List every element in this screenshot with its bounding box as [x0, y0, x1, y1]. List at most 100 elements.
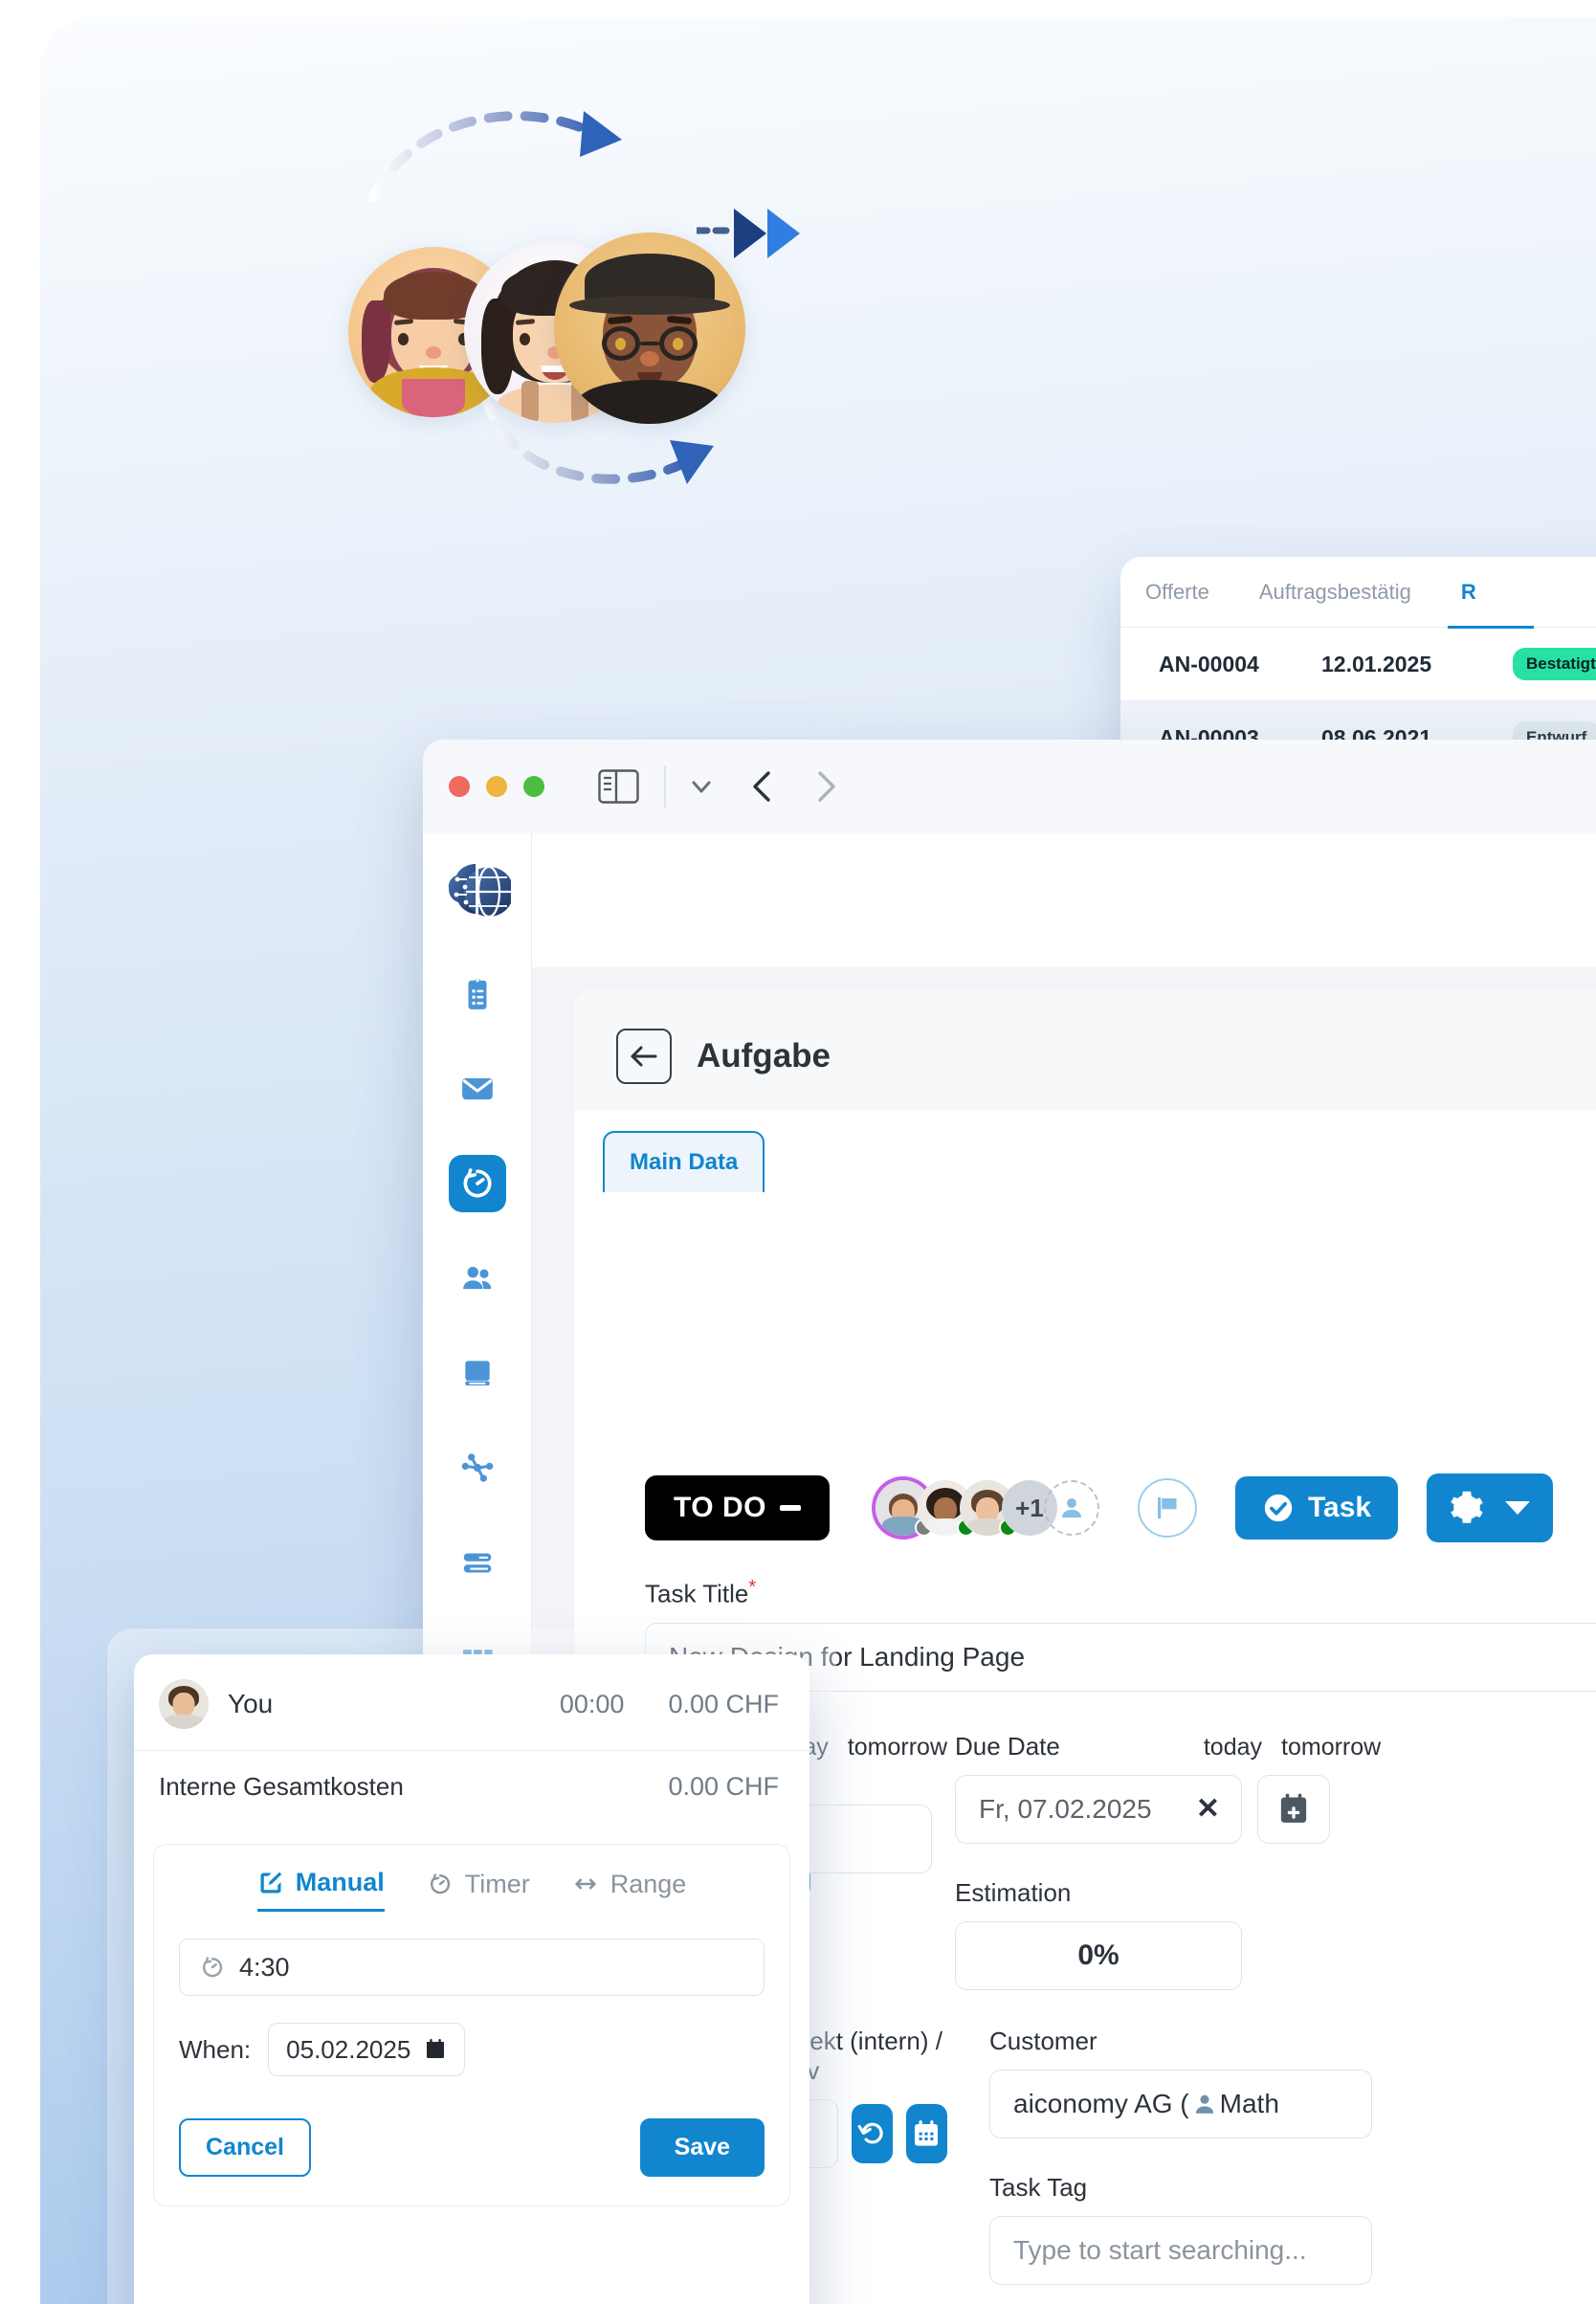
- task-tag-input[interactable]: Type to start searching...: [989, 2215, 1372, 2285]
- sidebar-item-mail[interactable]: [449, 1060, 506, 1118]
- arrow-top-curve-icon: [368, 111, 622, 202]
- mode-range[interactable]: Range: [572, 1870, 686, 1911]
- brain-globe-logo[interactable]: [444, 858, 511, 925]
- task-button-label: Task: [1307, 1492, 1372, 1523]
- screenshot-stage: Offerte Auftragsbestätig R AN-00004 12.0…: [0, 0, 1596, 2304]
- mode-manual[interactable]: Manual: [256, 1868, 385, 1912]
- time-popup-footer: Cancel Save: [179, 2118, 765, 2177]
- sidebar-item-resources[interactable]: [449, 1534, 506, 1591]
- customer-label: Customer: [989, 2026, 1097, 2055]
- clipboard-list-icon: [468, 978, 486, 1009]
- save-button[interactable]: Save: [639, 2118, 765, 2177]
- x-icon[interactable]: ✕: [1196, 1792, 1220, 1826]
- page-header: Aufgabe: [574, 988, 1596, 1084]
- time-entry-popup: You 00:00 0.00 CHF Interne Gesamtkosten …: [134, 1654, 809, 2304]
- time-popup-user-cost: 0.00 CHF: [668, 1689, 779, 1718]
- tab-rechnung[interactable]: R: [1447, 580, 1534, 629]
- minimize-button[interactable]: [486, 776, 507, 797]
- due-date-calendar-button[interactable]: [1257, 1774, 1330, 1844]
- flag-icon: [1157, 1496, 1177, 1519]
- nav-back-icon[interactable]: [748, 770, 777, 803]
- due-date-value: Fr, 07.02.2025: [979, 1793, 1152, 1824]
- total-cost-value: 0.00 CHF: [668, 1772, 779, 1801]
- server-rows-icon: [463, 1553, 491, 1573]
- tab-main-data[interactable]: Main Data: [603, 1131, 765, 1192]
- check-circle-icon: [1264, 1494, 1293, 1522]
- arrows-horizontal-icon: [575, 1878, 596, 1890]
- order-date: 12.01.2025: [1321, 651, 1432, 676]
- when-date-input[interactable]: 05.02.2025: [268, 2023, 466, 2076]
- minus-icon: [779, 1505, 801, 1511]
- cancel-button[interactable]: Cancel: [179, 2118, 311, 2177]
- tab-offerte[interactable]: Offerte: [1145, 580, 1209, 605]
- navigation-arrows: [748, 770, 840, 803]
- nav-forward-icon[interactable]: [811, 770, 840, 803]
- undo-icon: [857, 2122, 883, 2144]
- mode-timer-label: Timer: [464, 1869, 530, 1898]
- status-button[interactable]: TO DO: [645, 1475, 830, 1540]
- start-date-tomorrow[interactable]: tomorrow: [848, 1734, 947, 1761]
- due-date-tomorrow[interactable]: tomorrow: [1281, 1734, 1381, 1761]
- sidebar-item-time-tracking[interactable]: [448, 1155, 506, 1212]
- page-title: Aufgabe: [697, 1037, 831, 1074]
- timer-icon: [463, 1168, 491, 1198]
- table-row[interactable]: AN-00004 12.01.2025 Bestatigt C: [1120, 628, 1596, 700]
- customer-input[interactable]: aiconomy AG ( Math: [989, 2069, 1372, 2138]
- play-triangle-2-icon: [767, 209, 800, 258]
- maximize-button[interactable]: [523, 776, 544, 797]
- sidebar-item-workflows[interactable]: [449, 1439, 506, 1496]
- when-label: When:: [179, 2034, 252, 2064]
- task-tag-label: Task Tag: [989, 2172, 1088, 2202]
- add-person-button[interactable]: [1043, 1480, 1099, 1536]
- settings-dropdown-button[interactable]: [1427, 1473, 1554, 1542]
- required-marker: *: [748, 1577, 757, 1598]
- when-row: When: 05.02.2025: [179, 2023, 765, 2076]
- time-popup-total-row: Interne Gesamtkosten 0.00 CHF: [134, 1751, 809, 1823]
- flag-button[interactable]: [1137, 1478, 1197, 1538]
- envelope-icon: [461, 1077, 493, 1100]
- due-date-today[interactable]: today: [1204, 1734, 1262, 1761]
- calendar-icon: [427, 2039, 445, 2058]
- back-button[interactable]: [616, 1029, 672, 1084]
- chevron-down-icon[interactable]: [689, 774, 714, 799]
- duration-value: 4:30: [239, 1952, 290, 1982]
- chevron-down-icon: [1505, 1501, 1531, 1515]
- tab-auftragsbestaetigung[interactable]: Auftragsbestätig: [1259, 580, 1411, 605]
- sidebar-item-contacts[interactable]: [449, 1250, 506, 1307]
- person-icon: [1195, 2094, 1213, 2114]
- sidebar-item-tasks[interactable]: [449, 965, 506, 1023]
- estimation-label: Estimation: [955, 1877, 1072, 1907]
- users-icon: [462, 1266, 491, 1290]
- hero-background: Offerte Auftragsbestätig R AN-00004 12.0…: [40, 17, 1596, 2304]
- timer-icon: [430, 1873, 450, 1894]
- mode-manual-label: Manual: [295, 1868, 385, 1896]
- orders-tabs: Offerte Auftragsbestätig R: [1120, 557, 1596, 629]
- browser-titlebar: [423, 740, 1596, 833]
- project-reset-button[interactable]: [851, 2103, 893, 2163]
- close-button[interactable]: [449, 776, 470, 797]
- estimation-input[interactable]: 0%: [955, 1920, 1242, 1990]
- task-button[interactable]: Task: [1234, 1476, 1399, 1540]
- customer-col: Customer aiconomy AG ( Math Task Tag Typ…: [989, 1992, 1372, 2285]
- sidebar-item-knowledge[interactable]: [449, 1344, 506, 1402]
- task-status-row: TO DO +1 Task: [645, 1473, 1596, 1542]
- gear-icon: [1451, 1491, 1483, 1523]
- mode-timer[interactable]: Timer: [427, 1870, 530, 1911]
- customer-value-prefix: aiconomy AG (: [1013, 2088, 1189, 2118]
- pencil-square-icon: [260, 1872, 281, 1893]
- hero-avatar-3: [554, 233, 745, 424]
- time-entry-modes: Manual Timer Range: [179, 1868, 765, 1912]
- total-cost-label: Interne Gesamtkosten: [159, 1772, 404, 1801]
- due-date-input[interactable]: Fr, 07.02.2025 ✕: [955, 1774, 1242, 1844]
- task-title-label: Task Title*: [645, 1577, 1596, 1609]
- toolbar-divider: [664, 765, 666, 808]
- project-calendar-button[interactable]: [905, 2103, 947, 2163]
- book-icon: [464, 1361, 490, 1385]
- due-date-header: Due Date today tomorrow: [955, 1732, 1381, 1761]
- duration-input[interactable]: 4:30: [179, 1938, 765, 1996]
- avatar: [159, 1679, 209, 1729]
- task-title-label-text: Task Title: [645, 1579, 749, 1608]
- due-date-label: Due Date: [955, 1731, 1060, 1761]
- assignee-avatars: +1: [875, 1480, 1099, 1537]
- sidebar-toggle-icon[interactable]: [598, 769, 639, 804]
